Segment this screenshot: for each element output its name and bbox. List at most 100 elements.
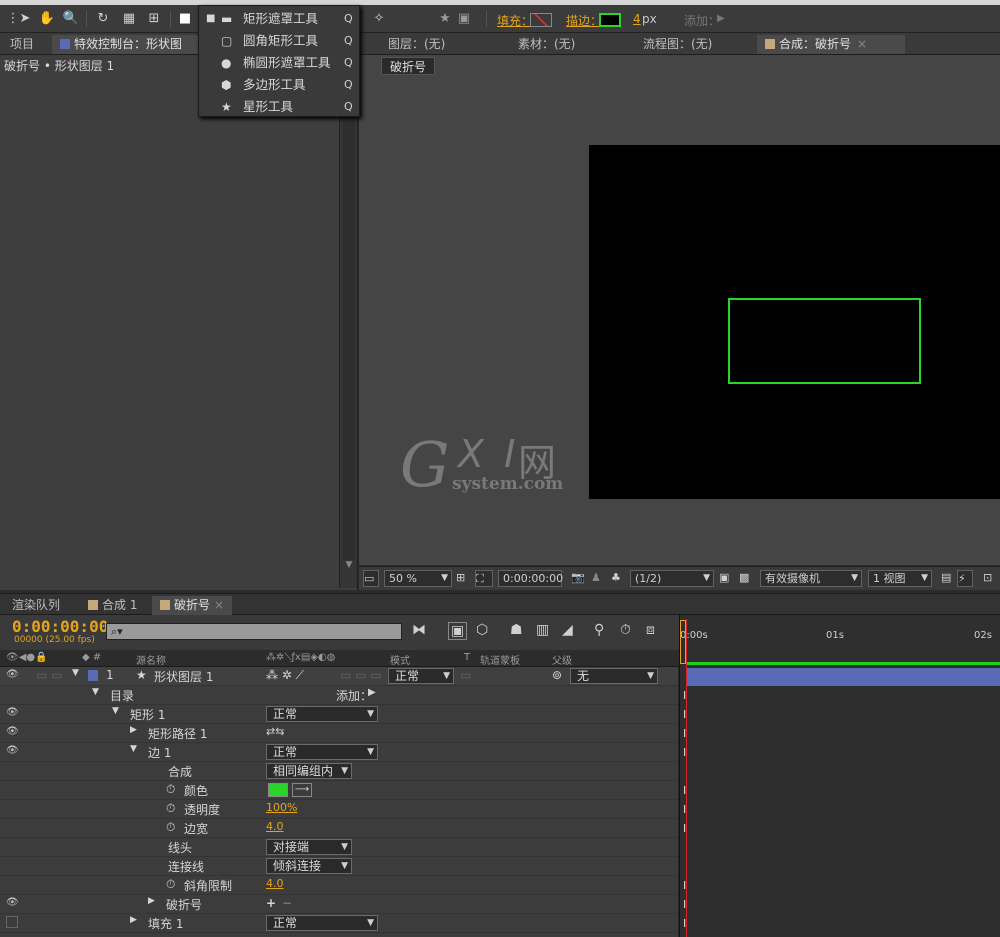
mask-toggle-icon[interactable]: ⛶ (475, 570, 493, 587)
add-arrow-icon[interactable]: ▶ (368, 687, 376, 698)
remove-dash-icon[interactable]: − (282, 896, 292, 910)
fill-label[interactable]: 填充： (497, 12, 533, 29)
puppet-tool-icon[interactable]: ✧ (370, 10, 388, 28)
blend-mode-select[interactable]: 正常 ▼ (266, 706, 378, 722)
selection-tool-icon[interactable]: ➤ (16, 10, 34, 28)
views-select[interactable]: 1 视图 ▼ (868, 570, 932, 587)
visibility-eye-icon[interactable]: 👁 (6, 897, 19, 908)
eyedropper-icon[interactable]: ⟶ (292, 783, 312, 797)
property-row-color[interactable]: ⏱ 颜色 ⟶ (0, 781, 678, 800)
comp-name-tag[interactable]: 破折号 (381, 57, 436, 75)
visibility-eye-icon[interactable]: 👁 (6, 745, 19, 756)
live-update-icon[interactable]: ▣ (448, 622, 468, 640)
add-menu-label[interactable]: 添加： (336, 687, 372, 704)
hand-tool-icon[interactable]: ✋ (38, 10, 56, 28)
tab-project[interactable]: 项目 (2, 35, 42, 54)
zoom-select[interactable]: 50 % ▼ (384, 570, 452, 587)
layer-switches-icon[interactable]: ⁂ ✲ ⟋ (266, 668, 304, 683)
comp-mini-flowchart-icon[interactable]: ⧓ (412, 622, 426, 638)
expand-arrow-icon[interactable]: ▼ (130, 744, 137, 754)
stopwatch-icon[interactable]: ⏱ (166, 782, 175, 797)
property-row-miter-limit[interactable]: ⏱ 斜角限制 4.0 (0, 876, 678, 895)
transparency-grid-icon[interactable]: ▩ (739, 570, 755, 587)
miter-limit-value[interactable]: 4.0 (266, 877, 284, 890)
solo-box[interactable]: ▭ ▭ (36, 668, 63, 682)
property-row-rect-path[interactable]: 👁 ▶ 矩形路径 1 ⇄⇆ (0, 724, 678, 743)
menu-item-rectangle-mask[interactable]: ■ ▬ 矩形遮罩工具 Q (199, 8, 359, 30)
close-icon[interactable]: × (214, 598, 224, 612)
col-parent[interactable]: 父级 (552, 652, 572, 667)
visibility-eye-icon[interactable]: 👁 (6, 669, 19, 680)
camera-tool-icon[interactable]: ▦ (120, 10, 138, 28)
layer-label-color[interactable] (88, 670, 98, 681)
expand-arrow-icon[interactable]: ▼ (112, 706, 119, 716)
layer-mode-select[interactable]: 正常 ▼ (388, 668, 454, 684)
stopwatch-icon[interactable]: ⏱ (166, 801, 175, 816)
collapse-arrow-icon[interactable]: ▶ (130, 915, 137, 925)
close-icon[interactable]: × (857, 37, 867, 51)
property-row-composite[interactable]: 合成 相同编组内 ▼ (0, 762, 678, 781)
line-cap-select[interactable]: 对接端 ▼ (266, 839, 352, 855)
preserve-transparency-box[interactable]: ▭ (460, 668, 471, 682)
menu-item-star[interactable]: ★ 星形工具 Q (199, 96, 359, 118)
visibility-eye-icon[interactable]: 👁 (6, 726, 19, 737)
region-interest-icon[interactable]: ▣ (719, 570, 735, 587)
brainstorm-icon[interactable]: ⧈ (646, 622, 655, 638)
work-area-bar[interactable] (686, 662, 1000, 665)
visibility-eye-icon[interactable]: 👁 (6, 707, 19, 718)
layer-switch-boxes[interactable]: ▭ ▭ ▭ (340, 668, 382, 682)
av-features-icon[interactable]: 👁◀●🔒 (6, 652, 48, 663)
collapse-arrow-icon[interactable]: ▶ (148, 896, 155, 906)
tab-effect-controls[interactable]: 特效控制台：形状图 (52, 35, 198, 54)
safe-zones-icon[interactable]: ⊞ (456, 570, 472, 587)
time-ruler[interactable]: 0:00s 01s 02s (679, 615, 1000, 650)
tab-layer[interactable]: 图层：(无) (380, 35, 453, 54)
layer-duration-bar[interactable] (686, 668, 1000, 686)
stroke-width-value[interactable]: 4.0 (266, 820, 284, 833)
timeline-track-area[interactable] (679, 650, 1000, 937)
property-row-contents[interactable]: ▼ 目录 添加： ▶ (0, 686, 678, 705)
graph-editor-icon[interactable]: ⚲ (594, 622, 604, 638)
toggle-pixel-icon[interactable]: ▤ (937, 570, 955, 587)
tab-comp-1[interactable]: 合成 1 (80, 596, 145, 615)
stopwatch-icon[interactable]: ⏱ (166, 820, 175, 835)
tab-footage[interactable]: 素材：(无) (510, 35, 583, 54)
zoom-tool-icon[interactable]: 🔍 (62, 10, 80, 28)
stroke-swatch[interactable] (599, 13, 621, 27)
search-input[interactable]: ⌕▾ (106, 623, 402, 640)
fill-swatch[interactable] (530, 13, 552, 27)
layer-row[interactable]: 👁 ▭ ▭ ▼ 1 ★ 形状图层 1 ⁂ ✲ ⟋ ▭ ▭ ▭ 正常 ▼ ▭ ⊚ 无… (0, 667, 678, 686)
always-preview-icon[interactable]: ▭ (363, 570, 379, 587)
composite-select[interactable]: 相同编组内 ▼ (266, 763, 352, 779)
stroke-label[interactable]: 描边： (566, 12, 602, 29)
blend-mode-select[interactable]: 正常 ▼ (266, 744, 378, 760)
opacity-value[interactable]: 100% (266, 801, 297, 814)
parent-select[interactable]: 无 ▼ (570, 668, 658, 684)
property-row-stroke[interactable]: 👁 ▼ 边 1 正常 ▼ (0, 743, 678, 762)
rectangle-tool-icon[interactable]: ■ (176, 10, 194, 28)
stopwatch-icon[interactable]: ⏱ (620, 622, 631, 638)
tab-composition[interactable]: 合成：破折号 × (757, 35, 905, 54)
property-row-stroke-width[interactable]: ⏱ 边宽 4.0 (0, 819, 678, 838)
resolution-select[interactable]: (1/2) ▼ (630, 570, 714, 587)
motion-blur-icon[interactable]: ◢ (562, 622, 573, 638)
property-row-fill[interactable]: ▶ 填充 1 正常 ▼ (0, 914, 678, 933)
menu-item-ellipse-mask[interactable]: ● 椭圆形遮罩工具 Q (199, 52, 359, 74)
pan-behind-tool-icon[interactable]: ⊞ (145, 10, 163, 28)
layer-name[interactable]: 形状图层 1 (154, 668, 213, 685)
add-dash-icon[interactable]: + (266, 896, 276, 910)
show-snapshot-icon[interactable]: ♟ (587, 570, 605, 587)
path-direction-icon[interactable]: ⇄⇆ (266, 725, 284, 738)
stroke-width-value[interactable]: 4 (633, 12, 641, 26)
pickwhip-icon[interactable]: ⊚ (552, 668, 562, 682)
property-row-rect[interactable]: 👁 ▼ 矩形 1 正常 ▼ (0, 705, 678, 724)
collapse-arrow-icon[interactable]: ▶ (130, 725, 137, 735)
color-swatch[interactable] (268, 783, 288, 797)
visibility-box[interactable] (6, 916, 18, 928)
scroll-down-icon[interactable]: ▼ (343, 560, 355, 574)
col-track-matte[interactable]: 轨道蒙板 (480, 652, 520, 667)
rectangle-shape[interactable] (728, 298, 921, 384)
comp-canvas[interactable] (589, 145, 1000, 499)
property-row-line-cap[interactable]: 线头 对接端 ▼ (0, 838, 678, 857)
expand-arrow-icon[interactable]: ▼ (92, 687, 99, 697)
